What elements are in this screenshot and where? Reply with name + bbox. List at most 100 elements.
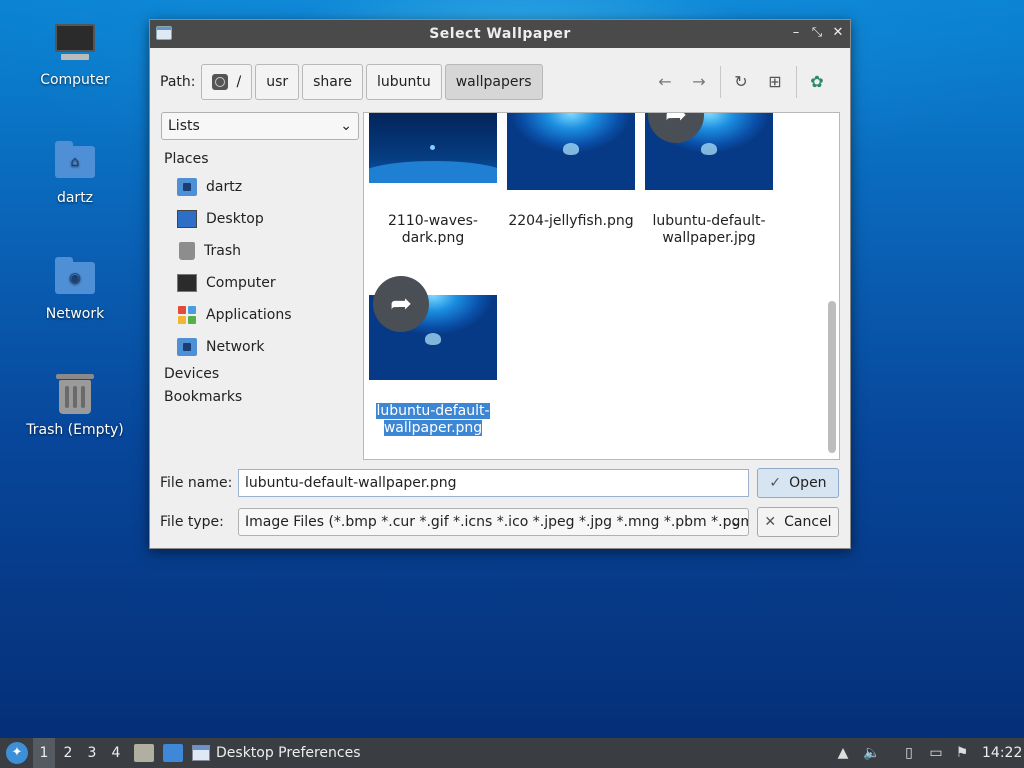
toolbar-separator (796, 66, 797, 98)
tray-arrow-icon[interactable]: ▲ (834, 744, 852, 762)
desktop-switch-2[interactable]: 2 (57, 738, 79, 768)
dialog-titlebar[interactable]: Select Wallpaper – ⤡ ✕ (150, 20, 850, 48)
places-header[interactable]: Places (161, 148, 359, 171)
desktop-icon-label: Trash (Empty) (26, 422, 124, 438)
sidebar-item-home[interactable]: dartz (161, 171, 359, 203)
sidebar-item-label: Desktop (206, 211, 264, 227)
file-manager-icon[interactable] (134, 744, 154, 762)
back-icon[interactable]: ← (653, 70, 677, 94)
file-item[interactable]: 2110-waves- dark.png (364, 113, 504, 263)
trash-icon (179, 242, 195, 260)
minimize-icon[interactable]: – (788, 25, 804, 41)
computer-icon (177, 274, 197, 292)
clock[interactable]: 14:22 (982, 738, 1022, 768)
sidebar-item-applications[interactable]: Applications (161, 299, 359, 331)
network-folder-icon: ◉ (53, 256, 97, 300)
breadcrumb-label: / (236, 74, 242, 90)
sidebar-item-label: Applications (206, 307, 292, 323)
close-icon: ✕ (764, 514, 777, 530)
reload-icon[interactable]: ↻ (729, 70, 753, 94)
desktop-icon (177, 210, 197, 228)
desktop-icon-label: Computer (40, 72, 110, 88)
file-item[interactable]: 2204-jellyfish.png (504, 113, 642, 263)
desktop-icon-label: dartz (56, 190, 94, 206)
breadcrumb-root[interactable]: / (201, 64, 253, 100)
taskbar: ✦ 1 2 3 4 Desktop Preferences ▲ 🔈 ▯ ▭ ⚑ … (0, 738, 1024, 768)
scrollbar-thumb[interactable] (828, 301, 836, 453)
breadcrumb-lubuntu[interactable]: lubuntu (365, 64, 442, 100)
sidebar-item-computer[interactable]: Computer (161, 267, 359, 299)
chevron-down-icon: ⌄ (730, 514, 742, 530)
desktop-icon-trash[interactable]: Trash (Empty) (20, 372, 130, 438)
file-item[interactable]: ➦ lubuntu-default- wallpaper.jpg (642, 113, 780, 263)
path-bar: Path: / usr share lubuntu wallpapers (160, 64, 546, 100)
sidebar-item-trash[interactable]: Trash (161, 235, 359, 267)
breadcrumb-wallpapers[interactable]: wallpapers (444, 64, 543, 100)
close-icon[interactable]: ✕ (830, 25, 846, 41)
bookmarks-header[interactable]: Bookmarks (161, 386, 359, 409)
file-type-label: File type: (160, 514, 224, 530)
show-desktop-icon[interactable] (163, 744, 183, 762)
file-type-select[interactable]: Image Files (*.bmp *.cur *.gif *.icns *.… (238, 508, 749, 536)
breadcrumb-usr[interactable]: usr (255, 64, 300, 100)
file-type-value: Image Files (*.bmp *.cur *.gif *.icns *.… (245, 514, 749, 530)
forward-icon[interactable]: → (687, 70, 711, 94)
sidebar-item-label: Network (206, 339, 265, 355)
applications-icon (177, 306, 197, 324)
volume-icon[interactable]: 🔈 (863, 744, 881, 762)
sidebar-item-label: dartz (206, 179, 243, 195)
desktop-switch-4[interactable]: 4 (105, 738, 127, 768)
desktop-icon-label: Network (45, 306, 105, 322)
file-thumbnail (507, 113, 635, 190)
sidebar-item-desktop[interactable]: Desktop (161, 203, 359, 235)
sidebar-item-network[interactable]: Network (161, 331, 359, 363)
places-sidebar: Places dartz Desktop Trash Computer Appl… (161, 148, 359, 409)
file-name-label: lubuntu-default- wallpaper.png (376, 403, 490, 436)
new-folder-icon[interactable]: ⊞ (763, 70, 787, 94)
file-name-label: lubuntu-default- wallpaper.jpg (652, 213, 766, 246)
window-icon (192, 745, 210, 761)
sidebar-item-label: Trash (204, 243, 241, 259)
chevron-down-icon: ⌄ (340, 118, 352, 134)
desktop-icon-computer[interactable]: Computer (20, 22, 130, 88)
file-name-input[interactable]: lubuntu-default-wallpaper.png (238, 469, 749, 497)
computer-icon (53, 22, 97, 66)
drive-icon (212, 74, 229, 90)
network-tray-icon[interactable]: ▭ (927, 744, 945, 762)
trash-icon (53, 372, 97, 416)
task-desktop-preferences[interactable]: Desktop Preferences (192, 741, 372, 765)
desktop-switch-3[interactable]: 3 (81, 738, 103, 768)
clipboard-icon[interactable]: ▯ (900, 744, 918, 762)
sidebar-item-label: Computer (206, 275, 276, 291)
dialog-title: Select Wallpaper (429, 26, 571, 42)
file-grid: 2110-waves- dark.png 2204-jellyfish.png … (363, 112, 840, 460)
file-name-label: File name: (160, 475, 233, 491)
desktop-icon-network[interactable]: ◉ Network (20, 256, 130, 322)
maximize-icon[interactable]: ⤡ (809, 25, 825, 41)
file-name-label: 2110-waves- dark.png (388, 213, 478, 246)
file-name-label: 2204-jellyfish.png (508, 213, 634, 229)
view-mode-value: Lists (168, 118, 200, 134)
view-mode-select[interactable]: Lists ⌄ (161, 112, 359, 140)
path-label: Path: (160, 74, 196, 90)
task-title: Desktop Preferences (216, 745, 361, 761)
file-item-selected[interactable]: ➦ lubuntu-default- wallpaper.png (364, 273, 504, 459)
file-grid-scrollbar[interactable] (826, 113, 838, 459)
network-folder-icon (177, 338, 197, 356)
desktop-switch-1[interactable]: 1 (33, 738, 55, 768)
view-options-icon[interactable]: ✿ (805, 70, 829, 94)
desktop-icon-home[interactable]: ⌂ dartz (20, 140, 130, 206)
symlink-badge-icon: ➦ (373, 276, 429, 332)
check-icon: ✓ (769, 475, 782, 491)
home-folder-icon: ⌂ (53, 140, 97, 184)
window-icon (156, 26, 172, 40)
file-thumbnail (369, 113, 497, 183)
update-notifier-icon[interactable]: ⚑ (953, 744, 971, 762)
home-folder-icon (177, 178, 197, 196)
breadcrumb-share[interactable]: share (302, 64, 363, 100)
devices-header[interactable]: Devices (161, 363, 359, 386)
cancel-button[interactable]: ✕ Cancel (757, 507, 839, 537)
open-button[interactable]: ✓ Open (757, 468, 839, 498)
start-menu-icon[interactable]: ✦ (6, 742, 28, 764)
select-wallpaper-dialog: Select Wallpaper – ⤡ ✕ Path: / usr share… (149, 19, 851, 549)
